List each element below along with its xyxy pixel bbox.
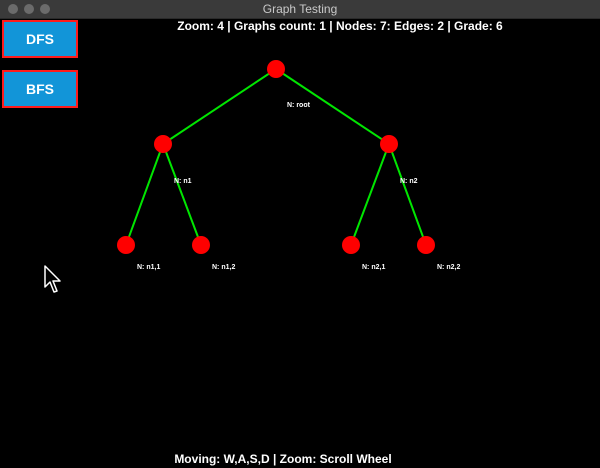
node-label-n12: N: n1,2 (212, 264, 235, 271)
graph-view[interactable]: N: root N: n1 N: n2 N: n1,1 N: n1,2 N: n… (0, 19, 600, 468)
app-window: Graph Testing Zoom: 4 | Graphs count: 1 … (0, 0, 600, 468)
node-n21[interactable] (342, 236, 360, 254)
edge-root-n1 (162, 68, 277, 145)
node-n12[interactable] (192, 236, 210, 254)
dfs-button[interactable]: DFS (2, 20, 78, 58)
edge-n2-n22 (388, 143, 427, 246)
nodes (117, 60, 435, 254)
node-n1[interactable] (154, 135, 172, 153)
node-label-n11: N: n1,1 (137, 264, 160, 271)
edge-n1-n11 (125, 143, 164, 246)
title-bar: Graph Testing (0, 0, 600, 19)
mouse-cursor-icon (44, 265, 61, 293)
node-n2[interactable] (380, 135, 398, 153)
node-label-n21: N: n2,1 (362, 264, 385, 271)
bfs-button[interactable]: BFS (2, 70, 78, 108)
window-title: Graph Testing (262, 2, 338, 16)
node-n11[interactable] (117, 236, 135, 254)
node-label-root: N: root (287, 102, 311, 109)
node-root[interactable] (267, 60, 285, 78)
node-label-n22: N: n2,2 (437, 264, 460, 271)
edge-n1-n12 (162, 143, 202, 246)
edge-n2-n21 (350, 143, 390, 246)
node-label-n1: N: n1 (174, 178, 192, 185)
node-n22[interactable] (417, 236, 435, 254)
node-label-n2: N: n2 (400, 178, 418, 185)
edges (125, 68, 427, 246)
